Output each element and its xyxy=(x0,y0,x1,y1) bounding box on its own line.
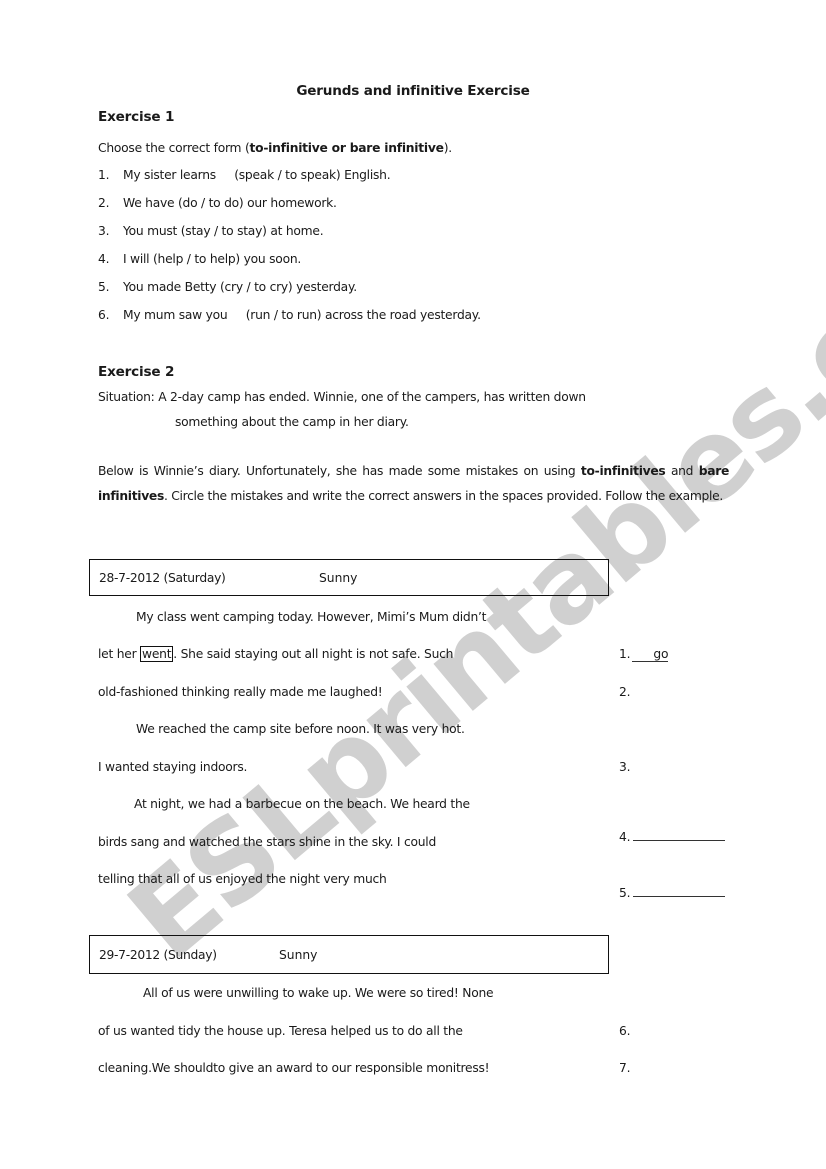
item-text: My sister learns (speak / to speak) Engl… xyxy=(123,168,391,182)
answer-item: 1. go xyxy=(619,647,668,662)
instruction-text: . Circle the mistakes and write the corr… xyxy=(163,489,724,503)
exercise1-instruction: Choose the correct form (to-infinitive o… xyxy=(98,141,452,155)
diary-date: 29-7-2012 (Sunday) xyxy=(99,948,217,962)
exercise2-heading: Exercise 2 xyxy=(98,364,175,380)
diary-line: cleaning.We shouldto give an award to ou… xyxy=(98,1061,490,1075)
instruction-text: ). xyxy=(443,141,452,155)
item-number: 6. xyxy=(98,308,110,322)
answer-number: 2. xyxy=(619,685,631,699)
answer-number: 6. xyxy=(619,1024,631,1038)
diary-line: All of us were unwilling to wake up. We … xyxy=(143,986,494,1000)
answer-number: 5. xyxy=(619,886,631,900)
diary-line: I wanted staying indoors. xyxy=(98,760,248,774)
instruction-text: Choose the correct form ( xyxy=(98,141,250,155)
answer-item: 5. xyxy=(619,886,726,900)
exercise1-item: 6. My mum saw you (run / to run) across t… xyxy=(98,308,481,322)
exercise1-heading: Exercise 1 xyxy=(98,109,175,125)
answer-number: 1. xyxy=(619,647,631,661)
diary-weather: Sunny xyxy=(279,948,318,962)
diary-line: My class went camping today. However, Mi… xyxy=(136,610,487,624)
exercise2-instructions: Below is Winnie’s diary. Unfortunately, … xyxy=(98,459,729,509)
item-text: You must (stay / to stay) at home. xyxy=(123,224,324,238)
item-text: I will (help / to help) you soon. xyxy=(123,252,302,266)
item-number: 2. xyxy=(98,196,110,210)
diary-text: let her xyxy=(98,647,141,661)
answer-item: 3. xyxy=(619,760,630,774)
diary-date: 28-7-2012 (Saturday) xyxy=(99,571,226,585)
situation-line: something about the camp in her diary. xyxy=(175,415,409,429)
answer-number: 3. xyxy=(619,760,631,774)
answer-item: 6. xyxy=(619,1024,630,1038)
exercise1-item: 2. We have (do / to do) our homework. xyxy=(98,196,337,210)
item-number: 5. xyxy=(98,280,110,294)
item-number: 1. xyxy=(98,168,110,182)
diary-line: telling that all of us enjoyed the night… xyxy=(98,872,387,886)
answer-number: 4. xyxy=(619,830,631,844)
instruction-bold: to-infinitive or bare infinitive xyxy=(249,141,444,155)
circled-mistake: went xyxy=(140,646,174,662)
diary-line: At night, we had a barbecue on the beach… xyxy=(134,797,470,811)
exercise1-item: 1. My sister learns (speak / to speak) En… xyxy=(98,168,391,182)
instruction-text: and xyxy=(665,464,699,478)
diary-line: let her went. She said staying out all n… xyxy=(98,646,454,662)
instruction-text: Below is Winnie’s diary. Unfortunately, … xyxy=(98,464,581,478)
item-text: My mum saw you (run / to run) across the… xyxy=(123,308,481,322)
diary-line: of us wanted tidy the house up. Teresa h… xyxy=(98,1024,463,1038)
exercise1-item: 5. You made Betty (cry / to cry) yesterda… xyxy=(98,280,357,294)
instruction-bold: to-infinitives xyxy=(580,464,666,478)
item-text: We have (do / to do) our homework. xyxy=(123,196,337,210)
item-number: 3. xyxy=(98,224,110,238)
item-number: 4. xyxy=(98,252,110,266)
item-text: You made Betty (cry / to cry) yesterday. xyxy=(123,280,357,294)
answer-blank[interactable] xyxy=(633,886,726,897)
diary-date-box: 28-7-2012 (Saturday) Sunny xyxy=(89,559,609,596)
situation-line: Situation: A 2-day camp has ended. Winni… xyxy=(98,390,586,404)
exercise1-item: 4. I will (help / to help) you soon. xyxy=(98,252,301,266)
diary-line: old-fashioned thinking really made me la… xyxy=(98,685,383,699)
page-title-text: Gerunds and infinitive Exercise xyxy=(296,83,530,99)
diary-line: birds sang and watched the stars shine i… xyxy=(98,835,437,849)
answer-number: 7. xyxy=(619,1061,631,1075)
diary-weather: Sunny xyxy=(319,571,358,585)
diary-text: . She said staying out all night is not … xyxy=(173,647,454,661)
answer-blank[interactable] xyxy=(633,830,726,841)
answer-field[interactable]: go xyxy=(632,647,668,662)
worksheet-page: ESLprintables.com Gerunds and infinitive… xyxy=(0,0,826,1169)
diary-line: We reached the camp site before noon. It… xyxy=(136,722,465,736)
answer-item: 7. xyxy=(619,1061,630,1075)
exercise1-item: 3. You must (stay / to stay) at home. xyxy=(98,224,324,238)
answer-item: 4. xyxy=(619,830,726,844)
diary-date-box: 29-7-2012 (Sunday) Sunny xyxy=(89,935,609,974)
answer-item: 2. xyxy=(619,685,630,699)
page-title: Gerunds and infinitive Exercise xyxy=(0,83,826,99)
